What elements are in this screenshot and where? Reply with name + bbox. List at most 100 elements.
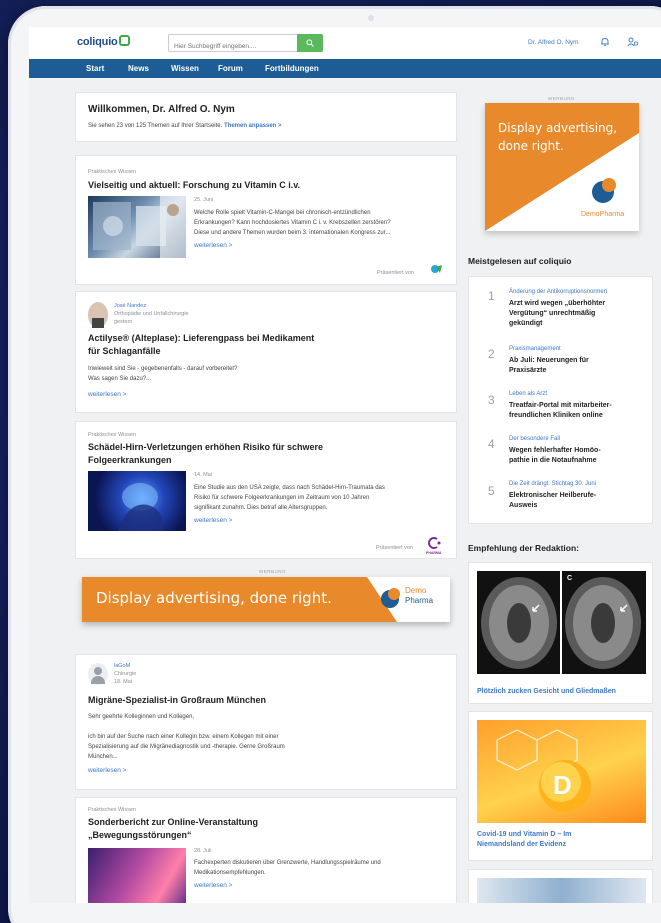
- post-title[interactable]: Migräne-Spezialist-in Großraum München: [88, 694, 266, 707]
- rank-title-line[interactable]: Wegen fehlerhafter Homöo-: [509, 446, 639, 456]
- article-title-line[interactable]: „Bewegungsstörungen“: [88, 829, 192, 842]
- recommendation-card-partial[interactable]: [468, 869, 653, 903]
- article-text-line: Welche Rolle spielt Vitamin-C-Mangel bei…: [194, 210, 371, 216]
- nav-news[interactable]: News: [128, 64, 149, 73]
- main-nav: Start News Wissen Forum Fortbildungen: [29, 59, 661, 78]
- rank-title-line[interactable]: Arzt wird wegen „überhöhter: [509, 299, 639, 309]
- rank-number: 3: [488, 393, 495, 407]
- rank-category[interactable]: Leben als Arzt: [509, 391, 547, 397]
- nav-wissen[interactable]: Wissen: [171, 64, 199, 73]
- recommendation-title[interactable]: Plötzlich zucken Gesicht und Gliedmaßen: [477, 687, 637, 697]
- article-card-head-injury[interactable]: Praktisches Wissen Schädel-Hirn-Verletzu…: [75, 421, 457, 559]
- post-title-line[interactable]: Actilyse® (Alteplase): Lieferengpass bei…: [88, 332, 314, 345]
- search-input[interactable]: [169, 38, 297, 55]
- article-title-line[interactable]: Sonderbericht zur Online-Veranstaltung: [88, 816, 258, 829]
- recommendation-card[interactable]: D Covid-19 und Vitamin D – Im Niemandsla…: [468, 711, 653, 861]
- author-role: Chirurgie: [114, 671, 137, 677]
- bell-icon[interactable]: [600, 37, 610, 47]
- customize-topics-link[interactable]: Themen anpassen >: [224, 123, 282, 129]
- read-more-link[interactable]: weiterlesen >: [194, 517, 232, 524]
- post-text-line: Inwieweit sind Sie - gegebenenfalls - da…: [88, 366, 238, 372]
- article-date: 28. Juli: [194, 848, 212, 854]
- rank-title-line[interactable]: Ausweis: [509, 501, 639, 511]
- nav-start[interactable]: Start: [86, 64, 104, 73]
- author-avatar: [88, 302, 108, 328]
- ad-box-line: done right.: [498, 139, 564, 153]
- article-text-line: Eine Studie aus den USA zeigte, dass nac…: [194, 485, 385, 491]
- tablet-camera: [368, 15, 374, 21]
- welcome-title: Willkommen, Dr. Alfred O. Nym: [88, 104, 235, 115]
- recommendation-image: [477, 878, 646, 903]
- search-icon: [306, 39, 314, 47]
- rank-category[interactable]: Praxismanagement: [509, 346, 561, 352]
- article-image-neuro: [88, 848, 186, 903]
- read-more-link[interactable]: weiterlesen >: [88, 767, 126, 774]
- rank-title-line[interactable]: Praxisärzte: [509, 366, 639, 376]
- ad-box[interactable]: Display advertising, done right. DemoPhar…: [485, 103, 639, 231]
- article-card-vitamin-c[interactable]: Praktisches Wissen Vielseitig und aktuel…: [75, 155, 457, 285]
- nav-forum[interactable]: Forum: [218, 64, 243, 73]
- vitamin-d-badge: D: [553, 770, 572, 800]
- rank-title-line[interactable]: freundlichen Kliniken online: [509, 411, 639, 421]
- rank-title-line[interactable]: gekündigt: [509, 319, 639, 329]
- rank-category[interactable]: Der besondere Fall: [509, 436, 560, 442]
- rank-category[interactable]: Die Zeit drängt: Stichtag 30. Juni: [509, 481, 596, 487]
- rank-title-line[interactable]: Ab Juli: Neuerungen für: [509, 356, 639, 366]
- article-kicker: Praktisches Wissen: [88, 807, 136, 813]
- post-time: 18. Mai: [114, 679, 133, 685]
- ad-label: WERBUNG: [259, 569, 286, 574]
- presented-by-label: Präsentiert von: [376, 545, 413, 551]
- article-title-line[interactable]: Folgeerkrankungen: [88, 454, 172, 467]
- article-image-xray: [88, 196, 186, 258]
- article-text-line: Erkrankungen? Kann hochdosiertes Vitamin…: [194, 220, 391, 226]
- sponsor-logo-icon: [431, 265, 442, 273]
- nav-fortbildungen[interactable]: Fortbildungen: [265, 64, 319, 73]
- recommendation-title-line[interactable]: Niemandsland der Evidenz: [477, 840, 637, 850]
- xray-illustration: [93, 196, 186, 258]
- ad-box-line: Display advertising,: [498, 121, 618, 135]
- search-button[interactable]: [297, 34, 323, 52]
- forum-post-actilyse[interactable]: José Nandez Orthopädie und Unfallchirurg…: [75, 291, 457, 413]
- article-date: 25. Juni: [194, 197, 214, 203]
- ad-box-brand: DemoPharma: [581, 211, 625, 218]
- profile-icon[interactable]: [627, 37, 639, 47]
- rank-number: 5: [488, 484, 495, 498]
- ad-banner-brand: Demo Pharma: [405, 586, 433, 606]
- read-more-link[interactable]: weiterlesen >: [194, 242, 232, 249]
- welcome-card: Willkommen, Dr. Alfred O. Nym Sie sehen …: [75, 92, 457, 142]
- forum-post-migraine[interactable]: laGoM Chirurgie 18. Mai Migräne-Speziali…: [75, 654, 457, 790]
- demopharma-logo-icon: [381, 588, 400, 608]
- rank-title-line[interactable]: pathie in die Notaufnahme: [509, 456, 639, 466]
- ad-banner[interactable]: Display advertising, done right. Demo Pha…: [82, 577, 450, 622]
- rank-title-line[interactable]: Treatfair-Portal mit mitarbeiter-: [509, 401, 639, 411]
- article-date: 14. Mai: [194, 472, 213, 478]
- rank-title-line[interactable]: Vergütung“ unrechtmäßig: [509, 309, 639, 319]
- vitamin-d-image: D: [477, 720, 646, 823]
- article-text-line: Diese und andere Themen wurden beim 3. i…: [194, 230, 391, 236]
- read-more-link[interactable]: weiterlesen >: [194, 882, 232, 889]
- post-title-line[interactable]: für Schlaganfälle: [88, 345, 161, 358]
- brand-line: Demo: [405, 586, 427, 595]
- welcome-subtitle: Sie sehen 23 von 125 Themen auf Ihrer St…: [88, 121, 282, 131]
- article-title-line[interactable]: Schädel-Hirn-Verletzungen erhöhen Risiko…: [88, 441, 323, 454]
- article-title[interactable]: Vielseitig und aktuell: Forschung zu Vit…: [88, 179, 300, 192]
- post-text-line: Sehr geehrte Kolleginnen und Kollegen,: [88, 714, 195, 720]
- rank-category[interactable]: Änderung der Antikorruptionsnormen: [509, 289, 607, 295]
- post-text-line: Was sagen Sie dazu?...: [88, 376, 152, 382]
- author-name[interactable]: laGoM: [114, 663, 130, 669]
- article-text-line: Risiko für schwere Folgeerkrankungen im …: [194, 495, 370, 501]
- welcome-subtitle-text: Sie sehen 23 von 125 Themen auf Ihrer St…: [88, 123, 223, 129]
- top-header: coliquio Dr. Alfred O. Nym: [29, 27, 661, 59]
- read-more-link[interactable]: weiterlesen >: [88, 391, 126, 398]
- author-name[interactable]: José Nandez: [114, 303, 146, 309]
- recommendation-card[interactable]: C Plötzlich zucken Gesicht und Gliedmaße…: [468, 562, 653, 704]
- recommendation-title-line[interactable]: Covid-19 und Vitamin D – Im: [477, 830, 637, 840]
- article-card-movement-disorders[interactable]: Praktisches Wissen Sonderbericht zur Onl…: [75, 797, 457, 903]
- rank-number: 1: [488, 289, 495, 303]
- article-text-line: Medikationsempfehlungen.: [194, 870, 266, 876]
- ad-label: WERBUNG: [548, 96, 575, 101]
- rank-title-line[interactable]: Elektronischer Heilberufe-: [509, 491, 639, 501]
- coliquio-logo[interactable]: coliquio: [77, 35, 130, 48]
- most-read-list: 1 Änderung der Antikorruptionsnormen Arz…: [468, 276, 653, 524]
- user-name-link[interactable]: Dr. Alfred O. Nym: [528, 39, 579, 46]
